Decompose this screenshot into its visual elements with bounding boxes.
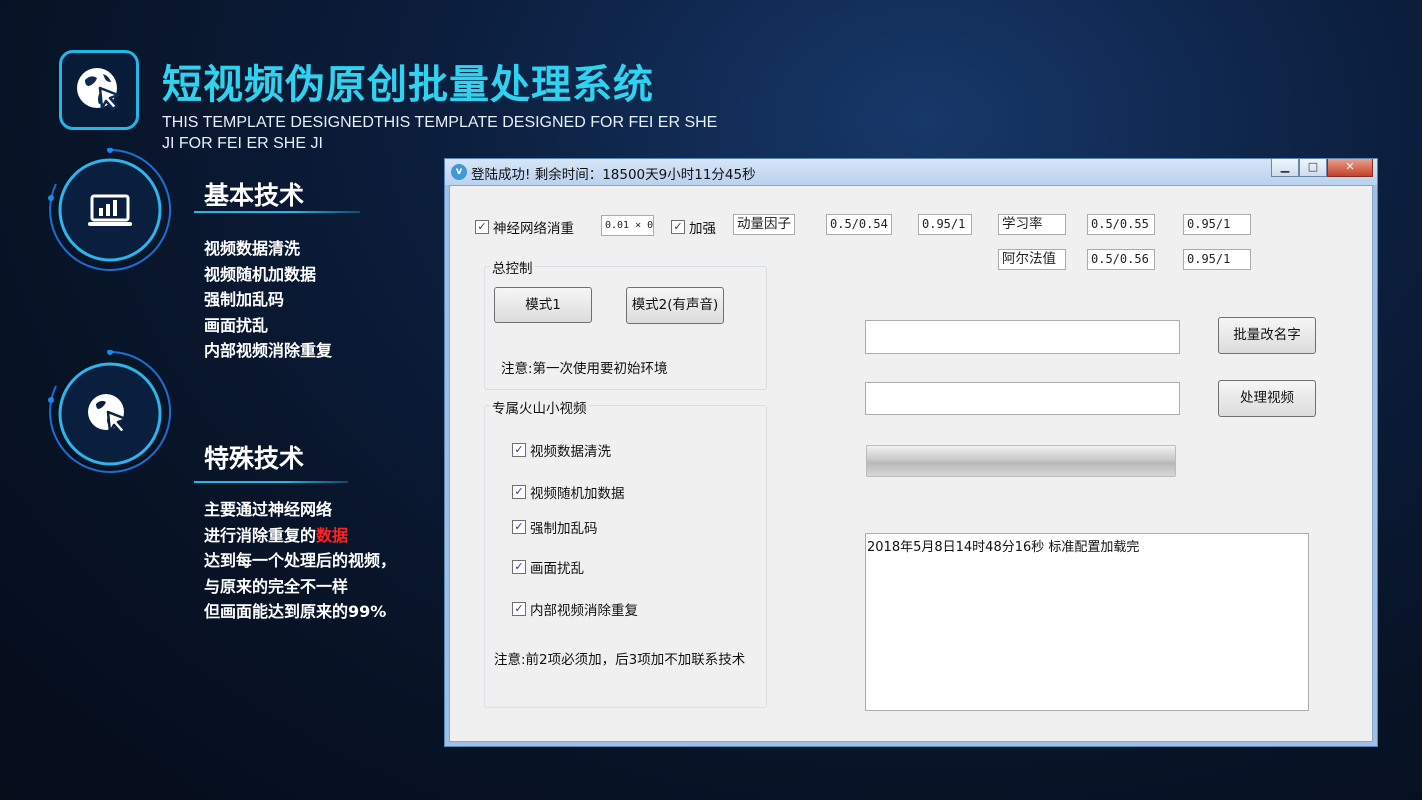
process-input[interactable]: [865, 382, 1180, 415]
checkbox-label: 视频随机加数据: [530, 486, 625, 502]
opt-data-clean-checkbox[interactable]: ✓ 视频数据清洗: [512, 440, 611, 460]
alpha-value-1[interactable]: 0.5/0.56: [1087, 249, 1155, 270]
checkbox-tick: ✓: [671, 220, 685, 234]
special-line: 但画面能达到原来的99%: [204, 602, 387, 621]
window-client-area: ✓ 神经网络消重 0.01 × 0 ✓ 加强 动量因子 0.5/0.54 0.95/…: [449, 185, 1373, 742]
special-tech-text: 主要通过神经网络 进行消除重复的数据 达到每一个处理后的视频， 与原来的完全不一…: [204, 497, 396, 625]
momentum-value-2[interactable]: 0.95/1: [918, 214, 972, 235]
opt-random-data-checkbox[interactable]: ✓ 视频随机加数据: [512, 482, 625, 502]
batch-rename-button[interactable]: 批量改名字: [1218, 317, 1316, 354]
main-control-group-label: 总控制: [490, 257, 535, 277]
list-item: 内部视频消除重复: [204, 341, 333, 360]
opt-garble-checkbox[interactable]: ✓ 强制加乱码: [512, 517, 598, 537]
basic-tech-underline: [194, 211, 360, 213]
close-button[interactable]: ✕: [1327, 159, 1373, 177]
list-item: 强制加乱码: [204, 290, 285, 309]
special-line: 与原来的完全不一样: [204, 576, 349, 596]
special-tech-heading: 特殊技术: [204, 444, 305, 473]
highlight-text: 数据: [316, 525, 349, 545]
opt-dedupe-checkbox[interactable]: ✓ 内部视频消除重复: [512, 599, 638, 619]
page-subtitle: THIS TEMPLATE DESIGNEDTHIS TEMPLATE DESI…: [162, 114, 718, 152]
nn-value-field[interactable]: 0.01 × 0: [601, 215, 654, 236]
list-item: 画面扰乱: [204, 315, 269, 335]
checkbox-tick: ✓: [512, 485, 526, 499]
checkbox-label: 内部视频消除重复: [530, 603, 638, 619]
laptop-chart-icon: [48, 148, 172, 271]
globe-cursor-icon: [77, 68, 120, 111]
checkbox-label: 神经网络消重: [493, 221, 574, 237]
learning-rate-label: 学习率: [998, 214, 1066, 235]
init-note: 注意:第一次使用要初始环境: [501, 361, 668, 377]
learning-rate-value-2[interactable]: 0.95/1: [1183, 214, 1251, 235]
nn-dedupe-checkbox[interactable]: ✓ 神经网络消重: [475, 217, 574, 237]
list-item: 视频数据清洗: [204, 239, 301, 258]
process-video-button[interactable]: 处理视频: [1218, 380, 1316, 417]
huoshan-group-label: 专属火山小视频: [490, 397, 589, 417]
checkbox-label: 加强: [689, 221, 716, 237]
opt-scramble-checkbox[interactable]: ✓ 画面扰乱: [512, 557, 584, 577]
checkbox-tick: ✓: [512, 602, 526, 616]
momentum-label: 动量因子: [733, 214, 795, 235]
rename-input[interactable]: [865, 320, 1180, 354]
checkbox-tick: ✓: [475, 220, 489, 234]
progress-bar: [866, 445, 1176, 477]
list-item: 视频随机加数据: [204, 264, 317, 284]
basic-tech-list: 视频数据清洗 视频随机加数据 强制加乱码 画面扰乱 内部视频消除重复: [204, 236, 332, 364]
checkbox-label: 视频数据清洗: [530, 444, 611, 460]
mode2-button[interactable]: 模式2(有声音): [626, 287, 724, 324]
boost-checkbox[interactable]: ✓ 加强: [671, 217, 716, 237]
learning-rate-value-1[interactable]: 0.5/0.55: [1087, 214, 1155, 235]
special-line: 进行消除重复的数据: [204, 523, 396, 549]
checkbox-label: 强制加乱码: [530, 521, 598, 537]
special-line: 达到每一个处理后的视频，: [204, 551, 397, 570]
momentum-value-1[interactable]: 0.5/0.54: [826, 214, 892, 235]
special-tech-underline: [194, 481, 348, 483]
basic-tech-heading: 基本技术: [204, 181, 305, 210]
options-note: 注意:前2项必须加，后3项加不加联系技术: [494, 652, 746, 668]
checkbox-tick: ✓: [512, 443, 526, 457]
app-window: v 登陆成功! 剩余时间：18500天9小时11分45秒 ▁ □ ✕ ✓ 神经网络…: [444, 158, 1378, 747]
globe-cursor-icon: [48, 350, 172, 473]
special-line-text: 进行消除重复的: [204, 525, 317, 545]
checkbox-tick: ✓: [512, 560, 526, 574]
maximize-button[interactable]: □: [1299, 159, 1327, 177]
checkbox-label: 画面扰乱: [530, 561, 584, 577]
page-title: 短视频伪原创批量处理系统: [162, 62, 654, 108]
app-icon: v: [451, 164, 467, 180]
alpha-label: 阿尔法值: [998, 249, 1066, 270]
checkbox-tick: ✓: [512, 520, 526, 534]
minimize-button[interactable]: ▁: [1271, 159, 1299, 177]
logo: [59, 50, 139, 130]
window-title: 登陆成功! 剩余时间：18500天9小时11分45秒: [471, 167, 756, 183]
log-output[interactable]: 2018年5月8日14时48分16秒 标准配置加载完: [865, 533, 1309, 711]
window-titlebar[interactable]: v 登陆成功! 剩余时间：18500天9小时11分45秒 ▁ □ ✕: [445, 159, 1377, 185]
special-line: 主要通过神经网络: [204, 500, 333, 519]
mode1-button[interactable]: 模式1: [494, 287, 592, 323]
alpha-value-2[interactable]: 0.95/1: [1183, 249, 1251, 270]
